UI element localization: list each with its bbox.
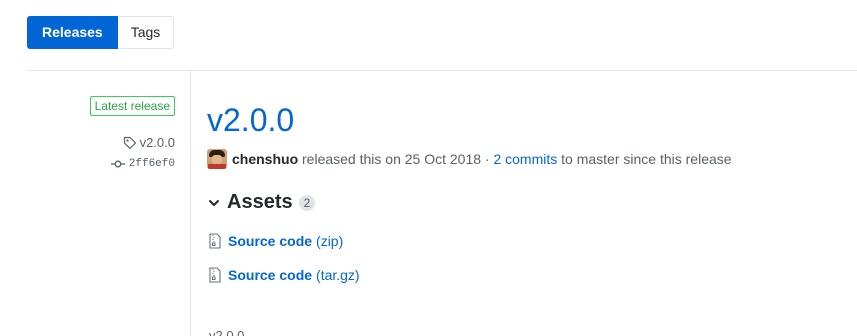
timeline-divider [190,71,191,336]
assets-count-badge: 2 [298,194,316,211]
commit-icon [110,160,125,168]
asset-source-targz[interactable]: Source code (tar.gz) [209,267,847,283]
asset-extension: (tar.gz) [316,267,360,283]
asset-name: Source code [228,267,313,283]
release-commit-link[interactable]: 2ff6ef0 [27,158,175,170]
tab-releases[interactable]: Releases [27,16,118,49]
latest-release-badge: Latest release [89,96,175,116]
header-divider [27,70,857,71]
chevron-down-icon [209,199,219,206]
branch-text: to master since this release [561,151,732,167]
avatar[interactable] [207,149,227,169]
release-entry: v2.0.0 chenshuo released this on 25 Oct … [207,100,847,283]
commits-link[interactable]: 2 commits [493,151,557,167]
author-link[interactable]: chenshuo [232,151,298,167]
release-title[interactable]: v2.0.0 [207,100,847,140]
file-zip-icon [209,233,221,249]
tag-icon [123,136,136,149]
commit-sha: 2ff6ef0 [128,158,175,170]
asset-name: Source code [228,233,313,249]
assets-title: Assets [227,191,293,213]
release-byline: chenshuo released this on 25 Oct 2018 · … [207,149,847,169]
release-tag-label: v2.0.0 [139,135,175,150]
next-release-peek: v2.0.0 [209,328,245,336]
release-tag-link[interactable]: v2.0.0 [27,135,175,150]
tab-tags[interactable]: Tags [117,16,175,49]
asset-source-zip[interactable]: Source code (zip) [209,233,847,249]
release-subnav: Releases Tags [27,16,175,49]
assets-toggle[interactable]: Assets 2 [207,191,847,214]
released-text: released this on 25 Oct 2018 · [302,151,490,167]
file-zip-icon [209,267,221,283]
asset-extension: (zip) [316,233,344,249]
release-meta-sidebar: Latest release v2.0.0 2ff6ef0 [27,96,175,170]
